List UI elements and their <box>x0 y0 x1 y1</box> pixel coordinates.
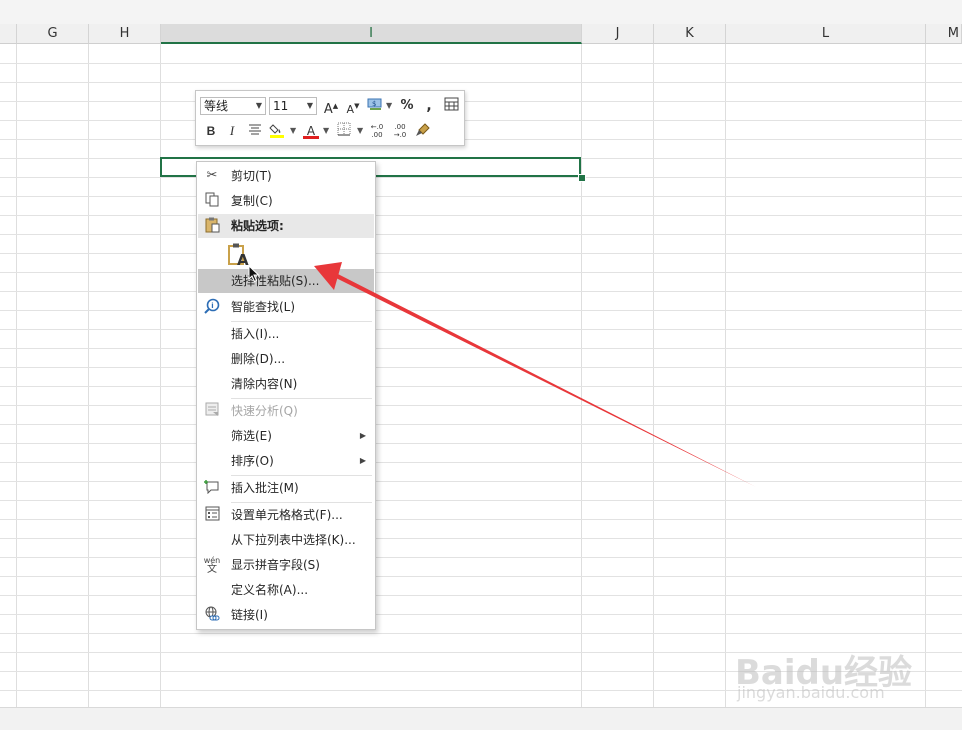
watermark-url: jingyan.baidu.com <box>737 683 885 702</box>
mouse-cursor-icon <box>248 265 260 283</box>
arrow-head <box>314 262 342 290</box>
arrow-shaft <box>332 272 756 487</box>
baidu-watermark: Baidu经验 jingyan.baidu.com <box>735 625 955 705</box>
annotation-arrow <box>314 262 756 487</box>
